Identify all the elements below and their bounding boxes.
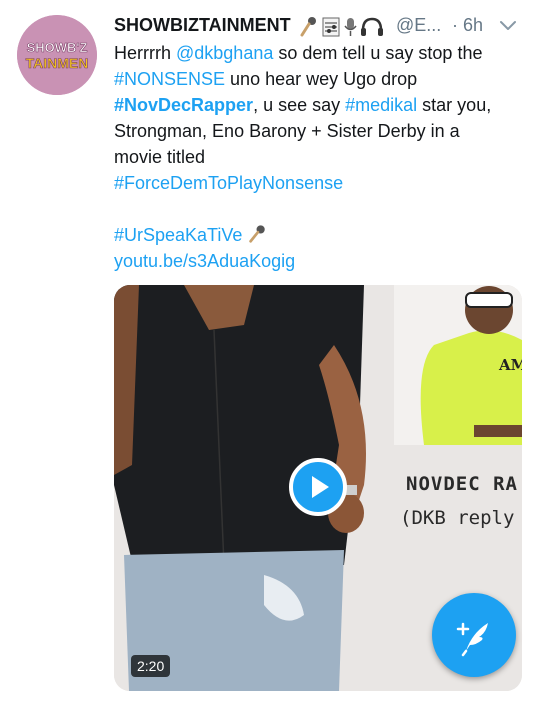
tweet-text: Herrrrh @dkbghana so dem tell u say stop… [114, 40, 529, 274]
hashtag-forcedemtoplaynonsense[interactable]: #ForceDemToPlayNonsense [114, 173, 343, 193]
tweet-line-8: #UrSpeaKaTiVe [114, 222, 529, 248]
headphones-icon [361, 17, 383, 36]
tweet-line-6: #ForceDemToPlayNonsense [114, 170, 529, 196]
youtube-link[interactable]: youtu.be/s3AduaKogig [114, 251, 295, 271]
hoodie-text: AMG [498, 356, 522, 374]
hashtag-novdecrapper[interactable]: #NovDecRapper [114, 95, 253, 115]
video-overlay-subtitle: (DKB reply t [400, 507, 522, 529]
avatar-logo: SHOWB'Z TAINMEN [17, 15, 97, 95]
compose-feather-icon [456, 622, 488, 657]
hashtag-nonsense[interactable]: #NONSENSE [114, 69, 225, 89]
author-name[interactable]: SHOWBIZTAINMENT [114, 15, 291, 36]
tweet-line-1: Herrrrh @dkbghana so dem tell u say stop… [114, 43, 483, 63]
tweet-time[interactable]: · 6h [452, 15, 483, 36]
tweet-line-3: #NovDecRapper, u see say #medikal star y… [114, 95, 492, 115]
hashtag-urspeakative[interactable]: #UrSpeaKaTiVe [114, 225, 242, 245]
tweet-line-9: youtu.be/s3AduaKogig [114, 248, 529, 274]
tweet-line-4: Strongman, Eno Barony + Sister Derby in … [114, 121, 460, 141]
author-avatar[interactable]: SHOWB'Z TAINMEN [17, 15, 97, 95]
tweet-line-5: movie titled [114, 147, 206, 167]
video-overlay-title: NOVDEC RA [406, 473, 518, 495]
microphone-icon [300, 17, 316, 37]
music-score-icon [322, 17, 340, 37]
avatar-text-1: SHOWB'Z [27, 40, 88, 55]
video-duration: 2:20 [131, 655, 171, 677]
studio-mic-icon [344, 18, 357, 36]
microphone-icon [249, 225, 266, 243]
mention-dkbghana[interactable]: @dkbghana [176, 43, 273, 63]
compose-tweet-button[interactable] [432, 593, 516, 677]
chevron-down-icon[interactable] [498, 16, 518, 36]
play-icon [312, 476, 329, 498]
play-button[interactable] [289, 458, 347, 516]
avatar-text-2: TAINMEN [26, 55, 89, 71]
hashtag-medikal[interactable]: #medikal [345, 95, 417, 115]
author-handle[interactable]: @E... [396, 15, 441, 36]
author-emojis [300, 17, 383, 37]
tweet-header: SHOWBIZTAINMENT @E... · 6h [114, 14, 524, 42]
tweet-line-2: #NONSENSE uno hear wey Ugo drop [114, 69, 418, 89]
